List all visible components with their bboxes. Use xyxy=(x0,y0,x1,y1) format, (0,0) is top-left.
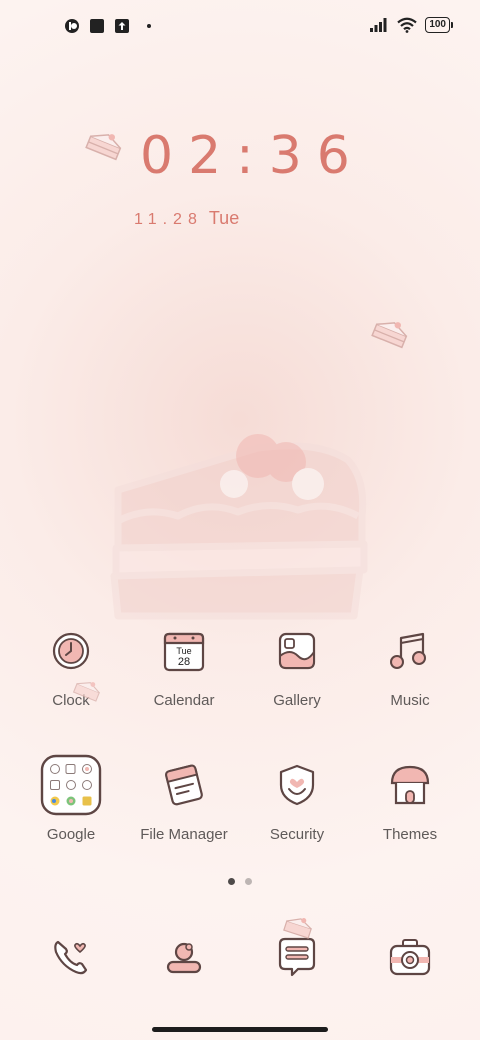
upload-icon xyxy=(115,19,129,33)
app-calendar[interactable]: Tue 28 Calendar xyxy=(129,620,239,709)
app-label: File Manager xyxy=(140,826,228,843)
notification-app-icon xyxy=(65,19,79,33)
file-manager-icon xyxy=(165,764,203,806)
calendar-icon: Tue 28 xyxy=(163,632,205,672)
page-indicator[interactable] xyxy=(0,878,480,885)
app-music[interactable]: Music xyxy=(355,620,465,709)
gallery-icon xyxy=(278,632,316,670)
wifi-icon xyxy=(397,17,418,33)
google-folder-icon xyxy=(40,754,102,816)
page-dot-active[interactable] xyxy=(228,878,235,885)
dock-phone[interactable] xyxy=(16,926,126,988)
folder-google[interactable]: Google xyxy=(16,754,126,843)
app-label: Security xyxy=(269,826,325,843)
contacts-icon xyxy=(166,942,202,974)
security-icon xyxy=(279,764,315,806)
calendar-icon-day: 28 xyxy=(178,656,190,668)
app-label: Gallery xyxy=(273,692,321,709)
dock-camera[interactable] xyxy=(355,926,465,988)
time-display: 02:36 xyxy=(140,126,365,186)
camera-icon xyxy=(389,939,431,976)
clock-icon xyxy=(52,632,90,670)
status-bar: 100 xyxy=(0,0,480,56)
themes-icon xyxy=(390,765,430,805)
more-dot-icon xyxy=(147,24,151,28)
date-display: 11.28 Tue xyxy=(134,208,239,229)
app-label: Music xyxy=(390,692,430,709)
dock-contacts[interactable] xyxy=(129,926,239,988)
signal-icon xyxy=(370,18,387,32)
notification-icons xyxy=(64,18,151,34)
page-dot[interactable] xyxy=(245,878,252,885)
app-file-manager[interactable]: File Manager xyxy=(129,754,239,843)
battery-icon: 100 xyxy=(425,17,453,33)
calendar-icon-weekday: Tue xyxy=(176,646,191,656)
notification-square-icon xyxy=(90,19,104,33)
app-themes[interactable]: Themes xyxy=(355,754,465,843)
app-label: Google xyxy=(46,826,96,843)
system-icons: 100 xyxy=(369,17,453,33)
cake-decoration-icon xyxy=(72,682,100,702)
app-label: Themes xyxy=(382,826,438,843)
date-weekday: Tue xyxy=(208,208,240,228)
music-icon xyxy=(390,632,426,669)
dock xyxy=(0,926,480,986)
app-label: Calendar xyxy=(153,692,215,709)
date-month-day: 11.28 xyxy=(134,211,203,228)
phone-icon xyxy=(54,940,88,975)
home-indicator[interactable] xyxy=(152,1027,328,1032)
cake-decoration-icon xyxy=(283,918,312,939)
wallpaper-cake-illustration xyxy=(110,434,368,620)
app-gallery[interactable]: Gallery xyxy=(242,620,352,709)
cake-decoration-icon xyxy=(371,322,408,349)
app-security[interactable]: Security xyxy=(242,754,352,843)
cake-decoration-icon xyxy=(85,134,122,161)
